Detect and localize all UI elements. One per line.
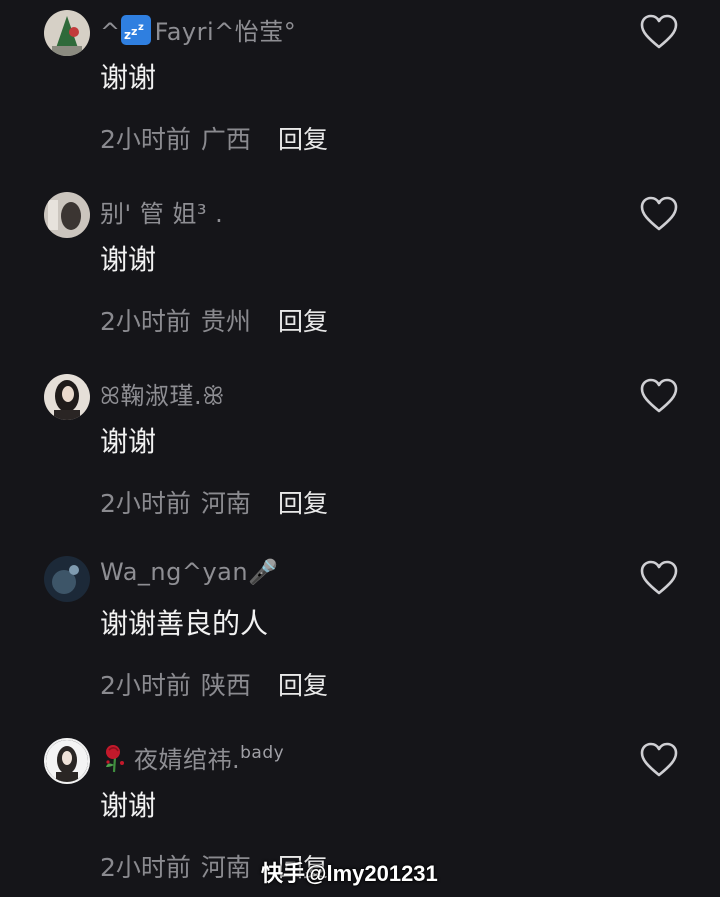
comment-meta: 2小时前 河南 [100,848,251,884]
comment-meta: 2小时前 河南 [100,484,251,520]
comment-location: 河南 [200,853,251,882]
comment-item: ꕤ鞠淑瑾.ꕥ 谢谢 2小时前 河南 回复 [0,364,720,546]
avatar[interactable] [44,556,90,602]
reply-button[interactable]: 回复 [278,302,328,338]
comment-text: 谢谢 [100,789,157,822]
avatar[interactable] [44,192,90,238]
comment-meta: 2小时前 贵州 [100,302,251,338]
svg-text:z: z [131,25,138,38]
comment-item: 别' 管 姐³ . 谢谢 2小时前 贵州 回复 [0,182,720,364]
comment-time: 2小时前 [100,853,191,882]
comment-location: 贵州 [200,307,251,336]
comment-meta: 2小时前 陕西 [100,666,251,702]
username-suffix: bady [240,743,285,763]
avatar[interactable] [44,374,90,420]
heart-outline-icon[interactable] [640,14,678,50]
avatar[interactable] [44,10,90,56]
username[interactable]: ^ z z z Fayri^怡莹° [100,12,296,47]
comment-time: 2小时前 [100,671,191,700]
reply-button[interactable]: 回复 [278,484,328,520]
comment-item: ^ z z z Fayri^怡莹° 谢谢 2小时前 广西 回复 [0,0,720,182]
username-main: 夜婧绾祎. [134,746,241,774]
heart-outline-icon[interactable] [640,560,678,596]
svg-text:z: z [138,22,144,33]
watermark: 快手@lmy201231 [261,861,438,886]
comment-meta: 2小时前 广西 [100,120,251,156]
heart-outline-icon[interactable] [640,378,678,414]
comment-item: Wa_ng^yan🎤 谢谢善良的人 2小时前 陕西 回复 [0,546,720,728]
wilted-rose-icon [106,745,124,773]
comment-location: 河南 [200,489,251,518]
username-main: Wa_ng^yan🎤 [100,558,279,586]
comment-text: 谢谢善良的人 [100,607,269,640]
username[interactable]: Wa_ng^yan🎤 [100,558,278,586]
comment-time: 2小时前 [100,489,191,518]
heart-outline-icon[interactable] [640,742,678,778]
username[interactable]: 夜婧绾祎.bady [100,740,284,775]
comment-time: 2小时前 [100,307,191,336]
reply-button[interactable]: 回复 [278,120,328,156]
username[interactable]: ꕤ鞠淑瑾.ꕥ [100,376,225,411]
heart-outline-icon[interactable] [640,196,678,232]
comment-list: ^ z z z Fayri^怡莹° 谢谢 2小时前 广西 回复 别' 管 姐³ . 谢谢 … [0,0,720,897]
avatar[interactable] [44,738,90,784]
comment-text: 谢谢 [100,243,157,276]
comment-text: 谢谢 [100,425,157,458]
username-main: Fayri^怡莹° [154,18,297,46]
username[interactable]: 别' 管 姐³ . [100,194,223,229]
comment-time: 2小时前 [100,125,191,154]
zzz-icon: zzz [120,15,151,45]
comment-location: 陕西 [200,671,251,700]
reply-button[interactable]: 回复 [278,666,328,702]
username-prefix: ^ [100,18,121,46]
comment-text: 谢谢 [100,61,157,94]
comment-location: 广西 [200,125,251,154]
